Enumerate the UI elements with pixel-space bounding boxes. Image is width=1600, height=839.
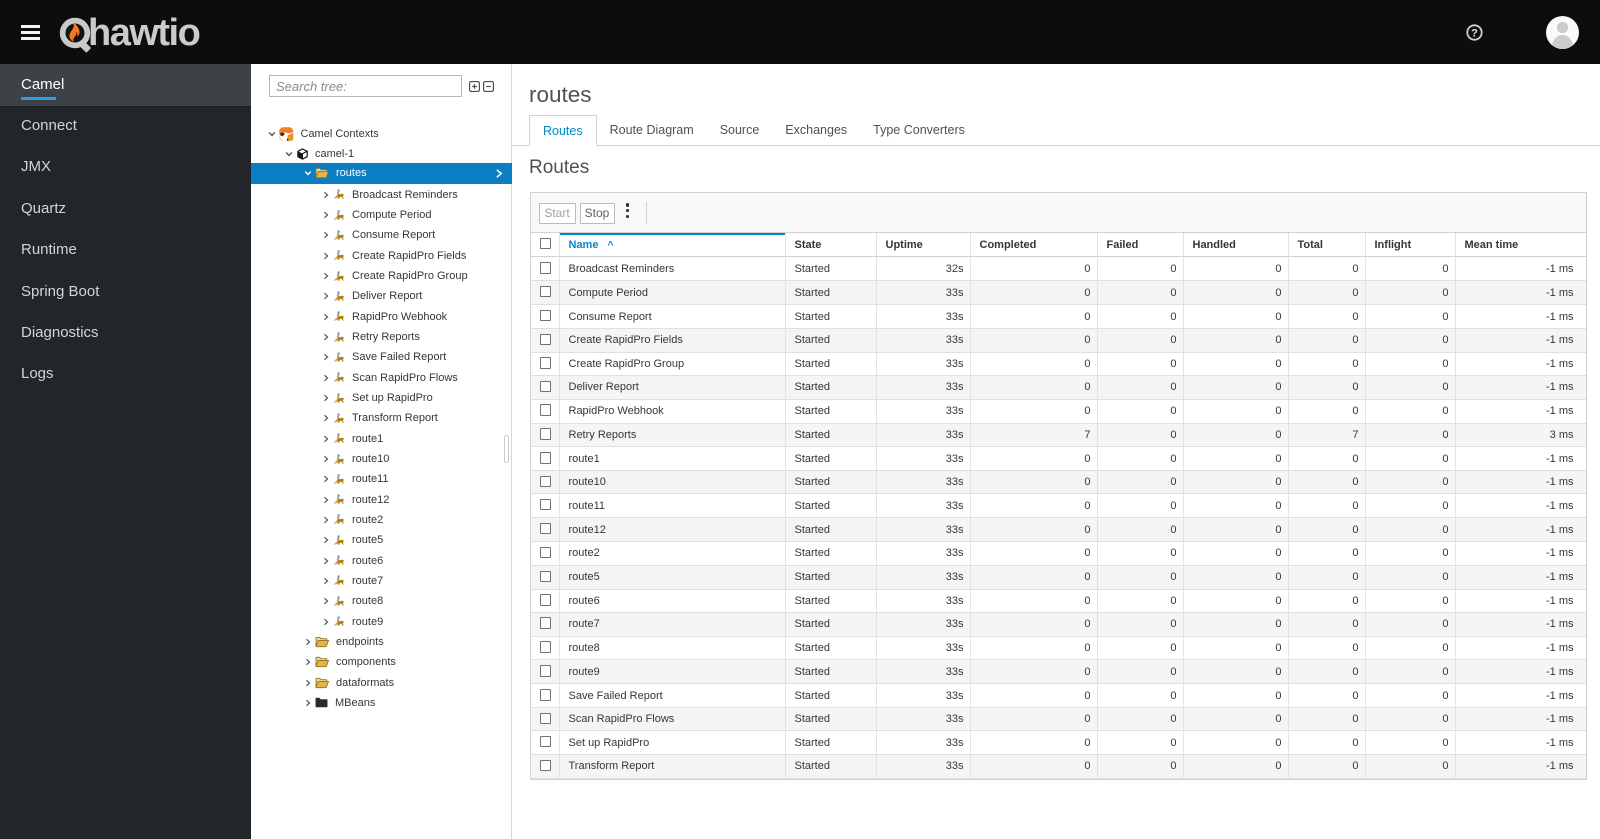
svg-text:?: ? <box>1471 27 1478 39</box>
